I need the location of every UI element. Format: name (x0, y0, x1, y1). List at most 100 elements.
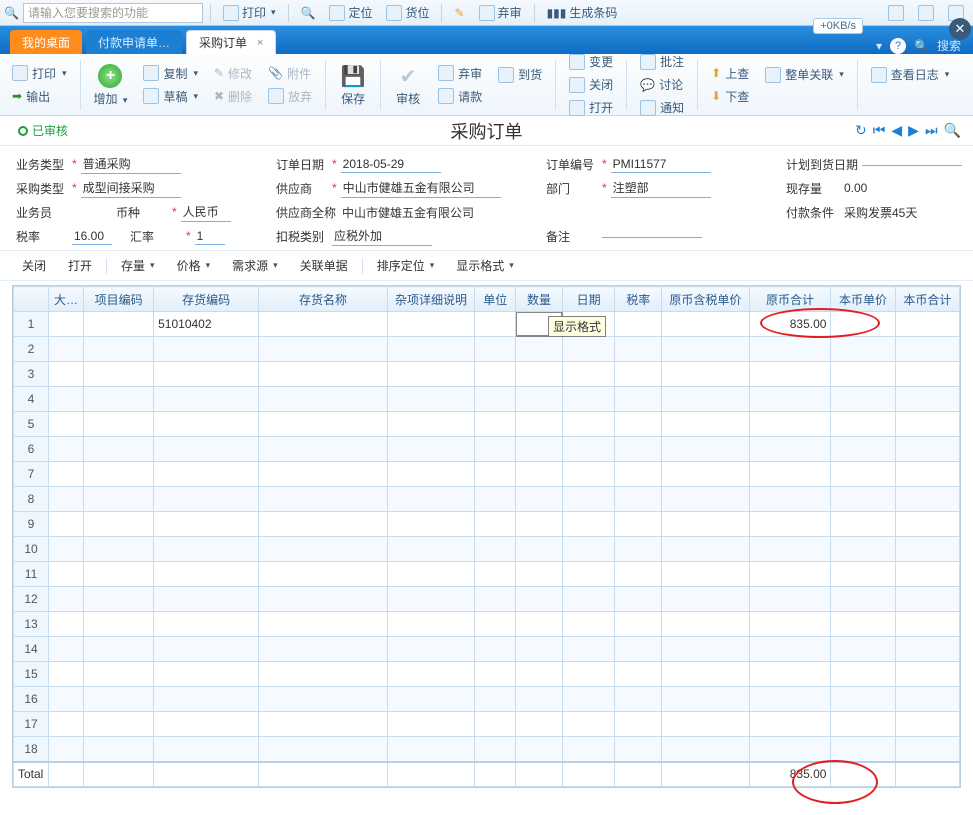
col-header[interactable]: 本币合计 (895, 287, 959, 312)
tabstrip-caret[interactable]: ▾ (876, 39, 882, 53)
col-header[interactable]: 存货编码 (154, 287, 259, 312)
table-row[interactable]: 6 (14, 437, 960, 462)
tab-close-icon[interactable]: × (257, 37, 263, 49)
table-row[interactable]: 18 (14, 737, 960, 762)
col-header[interactable]: 项目编码 (84, 287, 154, 312)
nav-search[interactable]: 🔍 (944, 122, 961, 139)
gridbar-close[interactable]: 关闭 (14, 255, 54, 276)
top-edit-button[interactable]: ✎ (449, 4, 469, 22)
table-row[interactable]: 15 (14, 662, 960, 687)
table-row[interactable]: 10 (14, 537, 960, 562)
gridbar-sort[interactable]: 排序定位▾ (369, 255, 443, 276)
ribbon-copy[interactable]: 复制▾ (137, 63, 204, 84)
close-round-button[interactable]: ✕ (949, 18, 971, 40)
draft-icon (143, 88, 159, 104)
ribbon-draft[interactable]: 草稿▾ (137, 86, 204, 107)
top-zoom-button[interactable]: 🔍 (296, 4, 321, 22)
col-header[interactable] (14, 287, 49, 312)
top-print-button[interactable]: 打印▾ (218, 2, 281, 23)
col-header[interactable]: 数量 (516, 287, 563, 312)
printer-icon (12, 65, 28, 81)
gridbar-display-format[interactable]: 显示格式▾ (448, 255, 522, 276)
ribbon-abandon[interactable]: 弃审 (432, 63, 488, 84)
col-header[interactable]: 原币含税单价 (662, 287, 750, 312)
gridbar-stock[interactable]: 存量▾ (113, 255, 163, 276)
gridbar-demand[interactable]: 需求源▾ (224, 255, 286, 276)
ribbon-change[interactable]: 变更 (563, 51, 619, 72)
abandon-icon (438, 65, 454, 81)
col-header[interactable]: 单位 (475, 287, 516, 312)
plus-icon: + (98, 64, 122, 88)
tabstrip-search-icon: 🔍 (914, 39, 929, 53)
ribbon-arrive[interactable]: 到货 (492, 64, 548, 85)
ribbon-notify[interactable]: 通知 (634, 97, 690, 118)
table-row[interactable]: 151010402835.00 (14, 312, 960, 337)
table-row[interactable]: 2 (14, 337, 960, 362)
top-abandon-button[interactable]: 弃审 (474, 2, 527, 23)
ribbon-log[interactable]: 查看日志▾ (865, 64, 956, 85)
top-barcode-button[interactable]: ▮▮▮生成条码 (542, 2, 623, 23)
table-row[interactable]: 11 (14, 562, 960, 587)
down-arrow-icon: ⬇ (711, 89, 721, 103)
ribbon-prev[interactable]: ⬆上查 (705, 63, 755, 84)
ribbon-save[interactable]: 💾保存 (333, 60, 373, 109)
ribbon-attach[interactable]: 📎附件 (262, 63, 318, 84)
table-row[interactable]: 13 (14, 612, 960, 637)
top-tool-2[interactable] (913, 3, 939, 23)
close-icon (569, 77, 585, 93)
table-row[interactable]: 3 (14, 362, 960, 387)
tab-purchase-order[interactable]: 采购订单× (186, 30, 276, 54)
table-row[interactable]: 9 (14, 512, 960, 537)
nav-last[interactable]: ⏭ (925, 122, 938, 139)
nav-next[interactable]: ▶ (908, 122, 919, 139)
gridbar-open[interactable]: 打开 (60, 255, 100, 276)
ribbon-approve[interactable]: 批注 (634, 51, 690, 72)
table-row[interactable]: 8 (14, 487, 960, 512)
ribbon-discuss[interactable]: 💬讨论 (634, 74, 690, 95)
table-row[interactable]: 17 (14, 712, 960, 737)
ribbon-close-order[interactable]: 关闭 (563, 74, 619, 95)
ribbon-add[interactable]: +增加 ▾ (88, 60, 134, 109)
ribbon-release[interactable]: 放弃 (262, 86, 318, 107)
tab-payment-request[interactable]: 付款申请单… (86, 30, 182, 54)
gridbar-price[interactable]: 价格▾ (169, 255, 219, 276)
ribbon-delete[interactable]: ✖删除 (208, 86, 258, 107)
table-row[interactable]: 16 (14, 687, 960, 712)
chat-icon: 💬 (640, 78, 655, 92)
help-icon[interactable]: ? (890, 38, 906, 54)
ribbon-export[interactable]: ➡输出 (6, 86, 73, 107)
top-locate-button[interactable]: 定位 (324, 2, 377, 23)
save-icon: 💾 (339, 62, 367, 90)
table-row[interactable]: 7 (14, 462, 960, 487)
ribbon-print[interactable]: 打印▾ (6, 63, 73, 84)
col-header[interactable]: 原币合计 (749, 287, 831, 312)
search-input[interactable]: 请输入您要搜索的功能 (23, 3, 203, 23)
col-header[interactable]: 杂项详细说明 (387, 287, 475, 312)
col-header[interactable]: 本币单价 (831, 287, 895, 312)
gridbar-relation[interactable]: 关联单据 (292, 255, 356, 276)
ribbon-audit[interactable]: ✔审核 (388, 60, 428, 109)
tab-desktop[interactable]: 我的桌面 (10, 30, 82, 54)
ribbon-edit[interactable]: ✎修改 (208, 63, 258, 84)
ribbon-request[interactable]: 请款 (432, 86, 488, 107)
col-header[interactable]: 大… (49, 287, 84, 312)
field-salesman: 业务员币种*人民币 (16, 202, 266, 222)
nav-refresh[interactable]: ↻ (855, 122, 867, 139)
top-tool-1[interactable] (883, 3, 909, 23)
col-header[interactable]: 税率 (615, 287, 662, 312)
nav-prev[interactable]: ◀ (891, 122, 902, 139)
ribbon-open-order[interactable]: 打开 (563, 97, 619, 118)
ribbon-relate[interactable]: 整单关联▾ (759, 64, 850, 85)
table-row[interactable]: 5 (14, 412, 960, 437)
top-stock-button[interactable]: 货位 (381, 2, 434, 23)
grid-toolbar: 关闭 打开 存量▾ 价格▾ 需求源▾ 关联单据 排序定位▾ 显示格式▾ (0, 250, 973, 281)
field-payterm: 付款条件采购发票45天 (786, 202, 973, 222)
col-header[interactable]: 日期 (562, 287, 615, 312)
col-header[interactable]: 存货名称 (259, 287, 387, 312)
field-vendorfull: 供应商全称中山市健雄五金有限公司 (276, 202, 536, 222)
table-row[interactable]: 14 (14, 637, 960, 662)
nav-first[interactable]: ⏮ (873, 122, 886, 139)
table-row[interactable]: 12 (14, 587, 960, 612)
table-row[interactable]: 4 (14, 387, 960, 412)
ribbon-next[interactable]: ⬇下查 (705, 86, 755, 107)
